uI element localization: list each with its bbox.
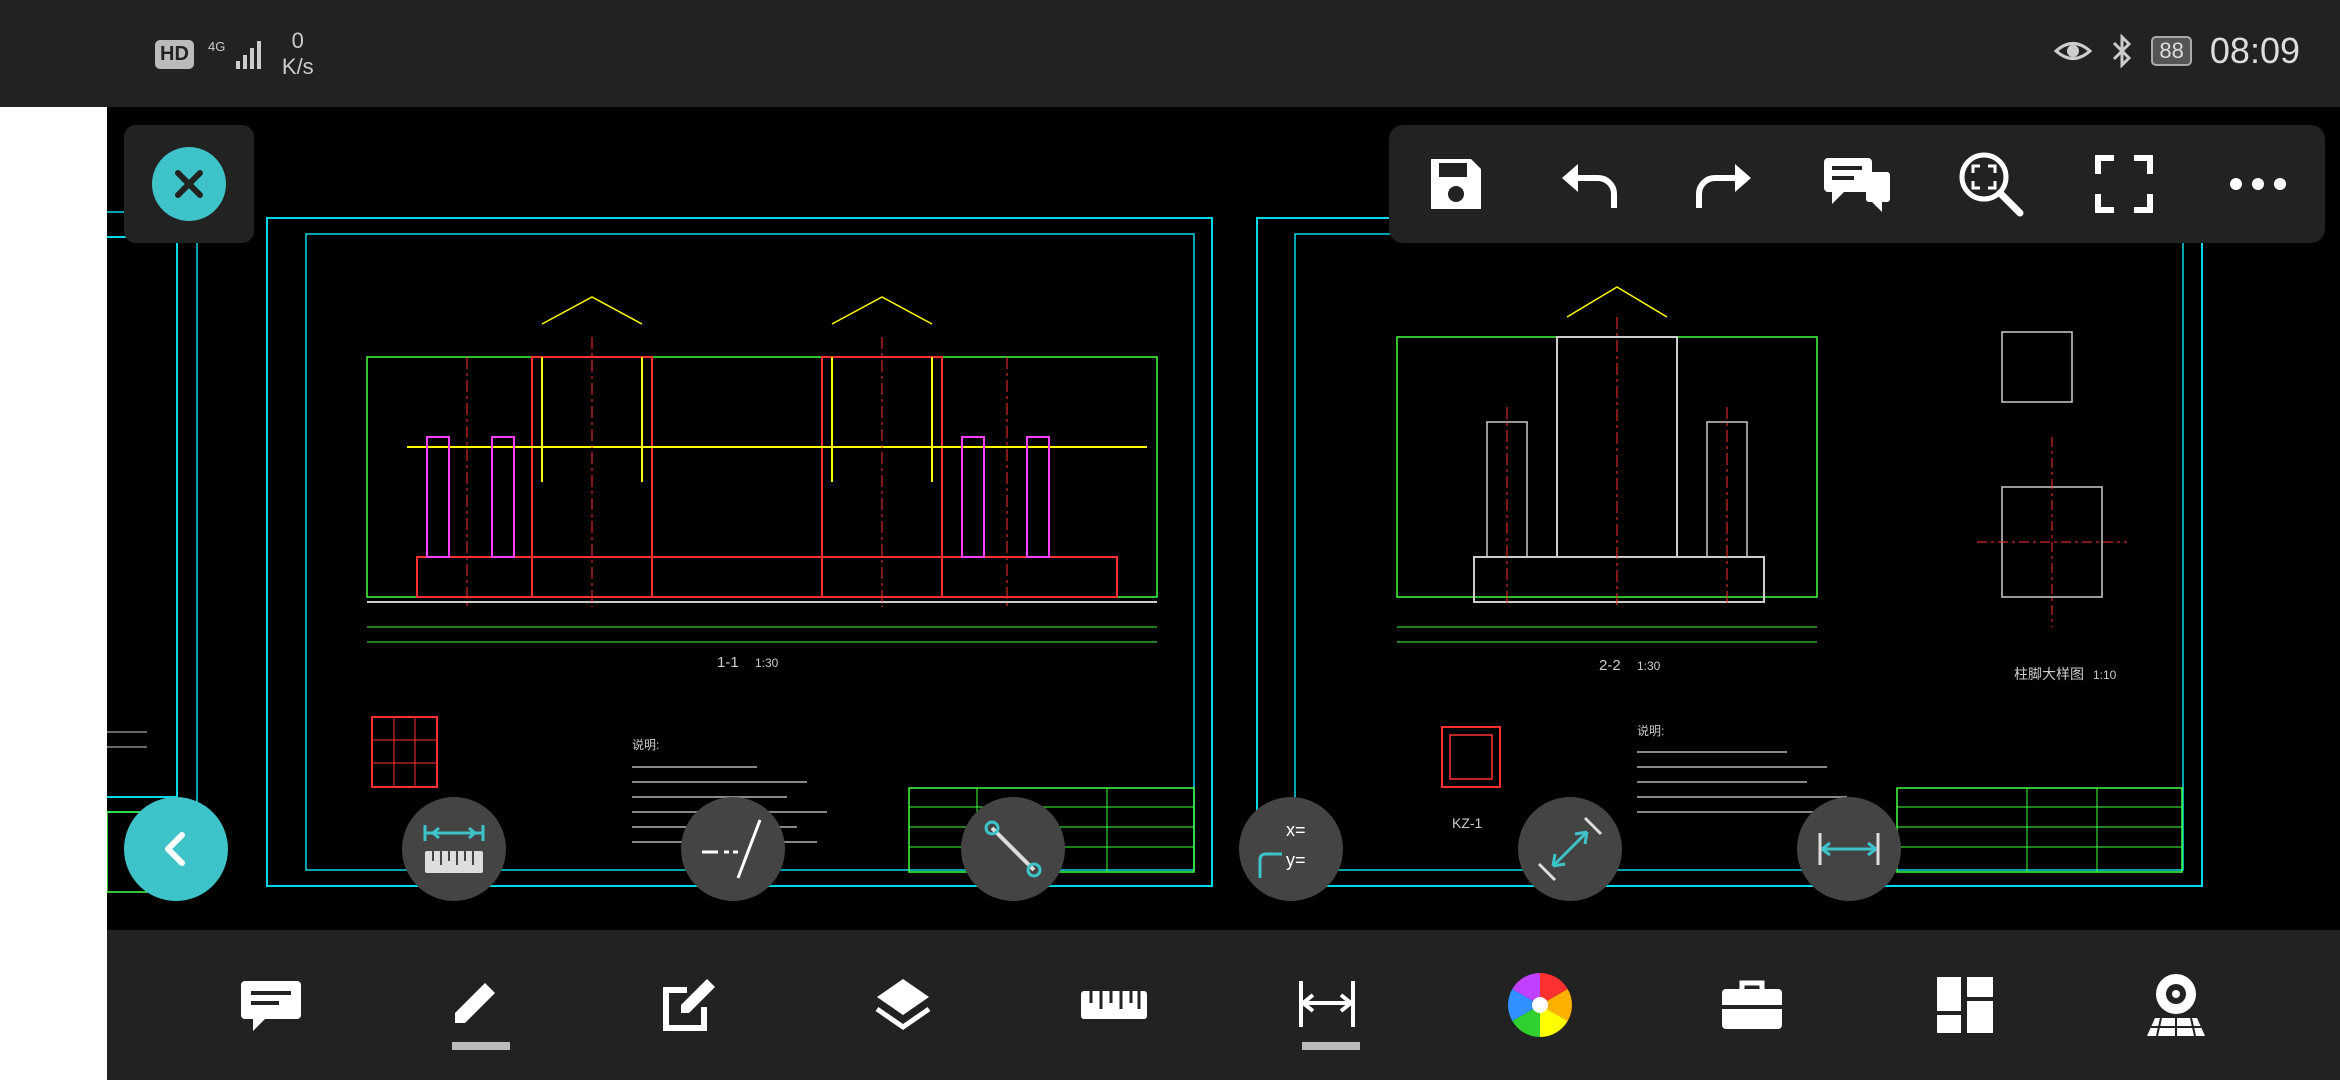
pencil-button[interactable] <box>432 960 522 1050</box>
edit-icon <box>663 979 715 1031</box>
save-icon <box>1430 159 1481 209</box>
net-speed: 0 K/s <box>282 28 314 80</box>
edit-button[interactable] <box>644 960 734 1050</box>
layers-button[interactable] <box>858 960 948 1050</box>
comment-icon <box>1823 158 1890 212</box>
sheet1-notes-title: 说明: <box>632 737 659 752</box>
save-button[interactable] <box>1416 144 1496 224</box>
annotation-icon <box>241 981 301 1031</box>
dashboard-icon <box>1937 977 1993 1033</box>
close-icon <box>175 170 203 198</box>
line-tool-icon <box>984 820 1042 878</box>
more-icon <box>2230 178 2287 190</box>
eye-icon <box>2053 36 2093 66</box>
redo-icon <box>1696 164 1752 208</box>
toolbox-icon <box>1722 980 1782 1029</box>
dimension-active-underline <box>1302 1042 1360 1050</box>
sheet-2: 2-2 1:30 柱脚大样图 1:10 KZ-1 说明: <box>1256 217 2203 887</box>
measure-button[interactable] <box>1069 960 1159 1050</box>
clock: 08:09 <box>2209 30 2300 71</box>
color-button[interactable] <box>1495 960 1585 1050</box>
battery-indicator: 88 <box>2151 36 2192 66</box>
detail-scale: 1:10 <box>2093 668 2117 682</box>
sheet2-section-label: 2-2 <box>1599 657 1621 674</box>
extend-line-icon <box>702 819 762 879</box>
ruler-button[interactable] <box>402 797 506 901</box>
pencil-icon <box>455 983 495 1023</box>
sheet-partial-left <box>107 211 198 893</box>
sheet2-notes-title: 说明: <box>1637 723 1664 738</box>
status-left: HD 4G 0 K/s <box>155 28 314 80</box>
comment-button[interactable] <box>1817 144 1897 224</box>
bluetooth-icon <box>2111 34 2133 68</box>
coordinate-button[interactable]: x= y= <box>1239 797 1343 901</box>
dimension-button[interactable] <box>1282 960 1372 1050</box>
chevron-left-icon <box>165 832 185 866</box>
linear-dimension-icon <box>1818 833 1880 865</box>
measure-icon <box>1081 991 1147 1019</box>
top-toolbar <box>1389 125 2325 243</box>
dashboard-button[interactable] <box>1920 960 2010 1050</box>
column-label: KZ-1 <box>1452 815 1483 831</box>
svg-text:y=: y= <box>1286 850 1306 870</box>
close-panel <box>124 125 254 243</box>
status-bar: HD 4G 0 K/s 88 08:09 <box>0 0 2340 107</box>
signal-icon: 4G <box>208 37 268 71</box>
net-speed-unit: K/s <box>281 54 314 79</box>
zoom-extents-button[interactable] <box>1951 144 2031 224</box>
sheet1-section-scale: 1:30 <box>755 656 779 670</box>
dimension-icon <box>1299 981 1355 1027</box>
status-right: 88 08:09 <box>2053 30 2300 72</box>
hd-badge: HD <box>155 39 194 69</box>
view-3d-button[interactable] <box>2131 960 2221 1050</box>
ruler-icon <box>423 825 485 873</box>
coordinate-icon: x= y= <box>1258 820 1306 878</box>
side-strip <box>0 107 107 1080</box>
network-type: 4G <box>208 39 225 54</box>
more-button[interactable] <box>2218 144 2298 224</box>
redo-button[interactable] <box>1683 144 1763 224</box>
annotation-button[interactable] <box>226 960 316 1050</box>
linear-dimension-button[interactable] <box>1797 797 1901 901</box>
sheet2-section-scale: 1:30 <box>1637 659 1661 673</box>
detail-label: 柱脚大样图 <box>2014 667 2084 683</box>
line-tool-button[interactable] <box>961 797 1065 901</box>
sheet1-section-label: 1-1 <box>717 654 739 671</box>
sheet-1: 1-1 1:30 说明: <box>266 217 1213 887</box>
view-3d-icon <box>2147 974 2205 1037</box>
net-speed-value: 0 <box>291 28 304 53</box>
aligned-dimension-icon <box>1537 816 1603 882</box>
undo-icon <box>1561 164 1617 208</box>
close-button[interactable] <box>152 147 226 221</box>
zoom-extents-icon <box>1959 152 2024 217</box>
fullscreen-icon <box>2095 155 2154 213</box>
svg-text:x=: x= <box>1286 820 1306 840</box>
color-wheel-icon <box>1508 973 1572 1037</box>
toolbox-button[interactable] <box>1707 960 1797 1050</box>
pencil-active-underline <box>452 1042 510 1050</box>
bottom-toolbar <box>107 930 2340 1080</box>
extend-line-button[interactable] <box>681 797 785 901</box>
back-button[interactable] <box>124 797 228 901</box>
fullscreen-button[interactable] <box>2084 144 2164 224</box>
layers-icon <box>875 979 931 1031</box>
undo-button[interactable] <box>1550 144 1630 224</box>
aligned-dimension-button[interactable] <box>1518 797 1622 901</box>
